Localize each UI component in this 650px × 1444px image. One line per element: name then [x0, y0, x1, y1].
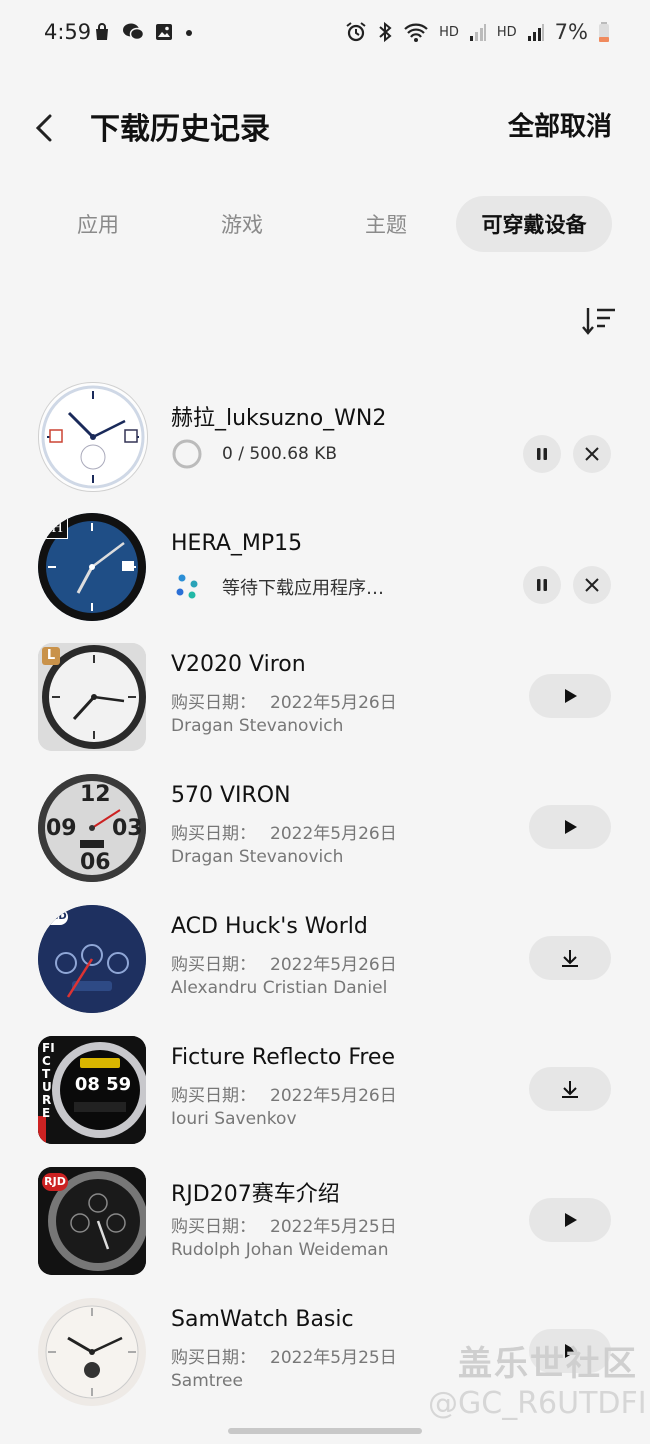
- cancel-download-button[interactable]: [573, 566, 611, 604]
- author-name: Alexandru Cristian Daniel: [171, 978, 388, 998]
- brand-vertical-text: FICTURE: [42, 1041, 55, 1120]
- play-icon: [565, 820, 577, 834]
- loading-dots-icon: [176, 574, 198, 599]
- battery-icon: [599, 22, 609, 42]
- item-name: HERA_MP15: [171, 531, 303, 556]
- watch-thumbnail: FICTURE 08 59: [38, 1036, 146, 1144]
- play-icon: [565, 1213, 577, 1227]
- download-progress: 0 / 500.68 KB: [222, 444, 338, 464]
- list-item[interactable]: RJD RJD207赛车介绍 购买日期： 2022年5月25日 Rudolph J…: [0, 1156, 650, 1287]
- shopping-bag-icon: [96, 23, 108, 40]
- signal-icon-2: [527, 24, 544, 41]
- tab-games[interactable]: 游戏: [184, 196, 300, 252]
- sort-button[interactable]: [582, 304, 618, 338]
- purchase-date: 购买日期： 2022年5月26日: [171, 824, 397, 844]
- author-name: Dragan Stevanovich: [171, 716, 344, 736]
- list-item[interactable]: FICTURE 08 59 Ficture Reflecto Free 购买日期…: [0, 1025, 650, 1156]
- watch-thumbnail: [38, 1298, 146, 1406]
- watch-thumbnail: ACD: [38, 905, 146, 1013]
- item-name: ACD Huck's World: [171, 914, 368, 939]
- digital-time: 08 59: [74, 1074, 132, 1095]
- item-name: RJD207赛车介绍: [171, 1182, 340, 1207]
- status-right: HD HD 7%: [345, 20, 610, 44]
- pause-icon: [537, 579, 547, 591]
- wechat-icon: [123, 23, 144, 41]
- pause-button[interactable]: [523, 566, 561, 604]
- purchase-date: 购买日期： 2022年5月26日: [171, 955, 397, 975]
- author-name: Rudolph Johan Weideman: [171, 1240, 389, 1260]
- hour-03: 03: [112, 816, 143, 841]
- back-arrow-icon: [35, 114, 52, 142]
- list-item[interactable]: L V2020 Viron 购买日期： 2022年5月26日 Dragan Ste…: [0, 632, 650, 763]
- brand-badge: H: [46, 517, 68, 539]
- author-name: Iouri Savenkov: [171, 1109, 297, 1129]
- close-icon: [585, 578, 599, 592]
- author-name: Dragan Stevanovich: [171, 847, 344, 867]
- list-item[interactable]: 赫拉_luksuzno_WN2 0 / 500.68 KB: [0, 370, 650, 501]
- progress-ring-icon: [172, 439, 202, 469]
- list-item[interactable]: 12 09 03 06 570 VIRON 购买日期： 2022年5月26日 Dr…: [0, 763, 650, 894]
- alarm-icon: [346, 22, 366, 42]
- home-indicator[interactable]: [228, 1428, 422, 1434]
- page-title: 下载历史记录: [90, 112, 270, 147]
- purchase-date: 购买日期： 2022年5月25日: [171, 1348, 397, 1368]
- watch-thumbnail: 12 09 03 06: [38, 774, 146, 882]
- bluetooth-icon: [379, 21, 392, 43]
- status-time: 4:59: [44, 20, 92, 44]
- install-button[interactable]: [529, 1198, 611, 1242]
- cancel-all-button[interactable]: 全部取消: [508, 106, 612, 143]
- signal-icon-1: [469, 24, 486, 41]
- purchase-date: 购买日期： 2022年5月25日: [171, 1217, 397, 1237]
- hour-12: 12: [80, 782, 111, 807]
- tab-wearables[interactable]: 可穿戴设备: [456, 196, 612, 252]
- hour-06: 06: [80, 850, 111, 875]
- watch-thumbnail: H: [38, 513, 146, 621]
- hd-label-1: HD: [439, 24, 459, 40]
- item-name: SamWatch Basic: [171, 1307, 354, 1332]
- watch-thumbnail: [38, 382, 148, 492]
- install-button[interactable]: [529, 674, 611, 718]
- item-name: 赫拉_luksuzno_WN2: [171, 406, 387, 431]
- watch-thumbnail: L: [38, 643, 146, 751]
- pause-icon: [537, 448, 547, 460]
- author-name: Samtree: [171, 1371, 243, 1391]
- pause-button[interactable]: [523, 435, 561, 473]
- battery-percent: 7%: [554, 20, 588, 44]
- cancel-download-button[interactable]: [573, 435, 611, 473]
- download-icon: [562, 950, 578, 967]
- watch-thumbnail: RJD: [38, 1167, 146, 1275]
- download-button[interactable]: [529, 1067, 611, 1111]
- play-icon: [565, 689, 577, 703]
- watermark-community: 盖乐世社区: [458, 1344, 638, 1384]
- download-button[interactable]: [529, 936, 611, 980]
- brand-badge: L: [42, 647, 60, 665]
- watermark-handle: @GC_R6UTDFI: [428, 1386, 647, 1421]
- brand-badge: ACD: [42, 909, 68, 925]
- download-icon: [562, 1081, 578, 1098]
- dot-icon: [186, 30, 192, 36]
- item-name: 570 VIRON: [171, 783, 291, 808]
- item-name: V2020 Viron: [171, 652, 306, 677]
- tab-themes[interactable]: 主题: [328, 196, 444, 252]
- back-button[interactable]: [30, 108, 66, 148]
- image-icon: [156, 24, 172, 40]
- tab-apps[interactable]: 应用: [40, 196, 156, 252]
- install-button[interactable]: [529, 805, 611, 849]
- notification-icons: [92, 22, 194, 42]
- sort-icon: [582, 308, 615, 335]
- brand-badge: RJD: [42, 1173, 68, 1191]
- list-item[interactable]: ACD ACD Huck's World 购买日期： 2022年5月26日 Ale…: [0, 894, 650, 1025]
- purchase-date: 购买日期： 2022年5月26日: [171, 693, 397, 713]
- hour-09: 09: [46, 816, 77, 841]
- waiting-status: 等待下载应用程序…: [222, 578, 384, 599]
- close-icon: [585, 447, 599, 461]
- item-name: Ficture Reflecto Free: [171, 1045, 396, 1070]
- hd-label-2: HD: [496, 24, 517, 40]
- list-item[interactable]: H HERA_MP15 等待下载应用程序…: [0, 501, 650, 632]
- purchase-date: 购买日期： 2022年5月26日: [171, 1086, 397, 1106]
- wifi-icon: [404, 23, 428, 42]
